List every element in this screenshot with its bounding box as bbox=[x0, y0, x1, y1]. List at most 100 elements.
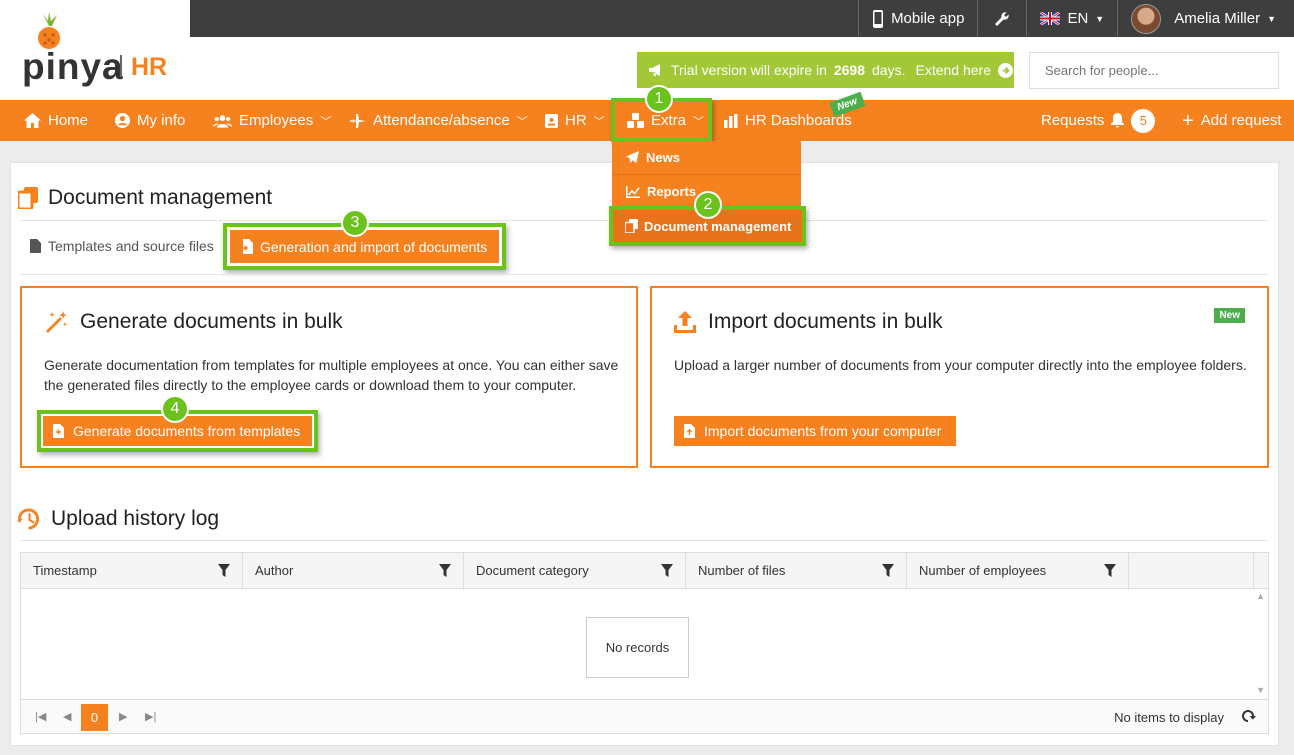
file-upload-icon bbox=[684, 424, 695, 438]
logo-separator bbox=[120, 55, 122, 77]
file-import-icon bbox=[240, 239, 253, 254]
generate-description: Generate documentation from templates fo… bbox=[44, 357, 619, 393]
filter-icon[interactable] bbox=[218, 564, 230, 577]
chevron-down-icon: ﹀ bbox=[593, 115, 605, 128]
tab-templates[interactable]: Templates and source files bbox=[30, 238, 214, 254]
bar-chart-icon bbox=[724, 113, 738, 128]
mobile-phone-icon bbox=[873, 9, 884, 28]
column-label: Author bbox=[255, 563, 294, 578]
column-document-category[interactable]: Document category bbox=[464, 553, 686, 588]
copy-icon bbox=[18, 187, 38, 209]
menu-item-reports-label: Reports bbox=[647, 184, 697, 199]
import-description: Upload a larger number of documents from… bbox=[674, 357, 1247, 373]
user-circle-icon bbox=[115, 113, 130, 128]
history-icon bbox=[18, 508, 40, 530]
trial-suffix: days. bbox=[872, 62, 906, 78]
next-page-icon[interactable]: ▶ bbox=[119, 710, 127, 723]
chevron-down-icon: ﹀ bbox=[516, 115, 528, 128]
column-label: Number of files bbox=[698, 563, 786, 578]
import-from-computer-button[interactable]: Import documents from your computer bbox=[674, 416, 956, 446]
divider bbox=[20, 274, 1268, 275]
bell-icon bbox=[1111, 113, 1125, 128]
mobile-app-label: Mobile app bbox=[891, 10, 965, 27]
generate-title: Generate documents in bulk bbox=[44, 310, 343, 334]
logo-area: pinya HR bbox=[0, 0, 190, 100]
nav-employees-label: Employees bbox=[239, 112, 314, 129]
language-label: EN bbox=[1067, 10, 1089, 27]
last-page-icon[interactable]: ▶| bbox=[145, 710, 156, 723]
nav-add-request[interactable]: + Add request bbox=[1182, 100, 1282, 141]
nav-my-info[interactable]: My info bbox=[115, 100, 185, 141]
upload-history-title-text: Upload history log bbox=[51, 507, 220, 530]
scroll-down-icon[interactable]: ▼ bbox=[1256, 685, 1265, 695]
settings-button[interactable] bbox=[977, 0, 1026, 37]
import-button-label: Import documents from your computer bbox=[704, 423, 942, 439]
first-page-icon[interactable]: |◀ bbox=[35, 710, 46, 723]
chevron-down-icon: ﹀ bbox=[320, 115, 332, 128]
user-menu[interactable]: Amelia Miller ▼ bbox=[1117, 0, 1294, 37]
nav-my-info-label: My info bbox=[137, 112, 186, 129]
no-items-text: No items to display bbox=[1114, 710, 1224, 725]
step-marker-3: 3 bbox=[341, 209, 369, 237]
nav-hr-label: HR bbox=[565, 112, 587, 129]
upload-history-table: Timestamp Author Document category Numbe… bbox=[20, 552, 1269, 734]
filter-icon[interactable] bbox=[439, 564, 451, 577]
step-marker-1: 1 bbox=[645, 85, 673, 113]
copy-icon bbox=[625, 219, 638, 233]
column-label: Document category bbox=[476, 563, 589, 578]
menu-item-news-label: News bbox=[646, 150, 680, 165]
filter-icon[interactable] bbox=[1104, 564, 1116, 577]
column-author[interactable]: Author bbox=[243, 553, 464, 588]
arrow-circle-right-icon bbox=[997, 62, 1013, 78]
column-number-of-files[interactable]: Number of files bbox=[686, 553, 907, 588]
table-pager: |◀ ◀ 0 ▶ ▶| No items to display bbox=[21, 699, 1268, 733]
search-people-input[interactable] bbox=[1029, 52, 1279, 89]
filter-icon[interactable] bbox=[882, 564, 894, 577]
id-badge-icon bbox=[545, 114, 558, 128]
nav-hr[interactable]: HR ﹀ bbox=[545, 100, 605, 141]
nav-requests[interactable]: Requests 5 bbox=[1041, 100, 1156, 141]
megaphone-icon bbox=[649, 64, 660, 76]
step-marker-4: 4 bbox=[161, 395, 189, 423]
step-marker-2: 2 bbox=[694, 191, 722, 219]
scroll-up-icon[interactable]: ▲ bbox=[1256, 591, 1265, 601]
tab-templates-label: Templates and source files bbox=[48, 238, 214, 254]
nav-home[interactable]: Home bbox=[24, 100, 88, 141]
users-icon bbox=[213, 114, 232, 128]
nav-add-request-label: Add request bbox=[1200, 112, 1282, 129]
page-title-text: Document management bbox=[48, 186, 273, 209]
trial-prefix: Trial version will expire in bbox=[671, 62, 827, 78]
filter-icon[interactable] bbox=[661, 564, 673, 577]
requests-count-badge: 5 bbox=[1131, 108, 1156, 133]
avatar bbox=[1131, 3, 1162, 34]
plane-icon bbox=[349, 114, 366, 128]
caret-down-icon: ▼ bbox=[1095, 13, 1105, 24]
nav-attendance[interactable]: Attendance/absence ﹀ bbox=[349, 100, 528, 141]
nav-requests-label: Requests bbox=[1041, 112, 1105, 129]
menu-item-news[interactable]: News bbox=[612, 141, 801, 175]
plus-icon: + bbox=[1182, 109, 1194, 132]
wrench-icon bbox=[995, 11, 1010, 26]
user-name: Amelia Miller bbox=[1174, 10, 1261, 27]
divider bbox=[20, 540, 1268, 541]
previous-page-icon[interactable]: ◀ bbox=[63, 710, 71, 723]
import-title: Import documents in bulk bbox=[674, 310, 943, 334]
extend-link[interactable]: Extend here bbox=[915, 62, 991, 78]
nav-attendance-label: Attendance/absence bbox=[373, 112, 510, 129]
upload-icon bbox=[674, 311, 696, 333]
file-icon bbox=[30, 239, 41, 253]
mobile-app-button[interactable]: Mobile app bbox=[858, 0, 977, 37]
column-actions bbox=[1129, 553, 1254, 588]
nav-employees[interactable]: Employees ﹀ bbox=[213, 100, 331, 141]
menu-item-document-management-label: Document management bbox=[644, 218, 792, 234]
upload-history-title: Upload history log bbox=[18, 507, 219, 531]
column-timestamp[interactable]: Timestamp bbox=[21, 553, 243, 588]
top-bar: Mobile app EN ▼ Amelia Miller ▼ bbox=[190, 0, 1294, 37]
line-chart-icon bbox=[626, 185, 640, 198]
current-page[interactable]: 0 bbox=[81, 704, 108, 731]
trial-banner[interactable]: Trial version will expire in 2698 days. … bbox=[637, 52, 1014, 88]
magic-wand-icon bbox=[46, 311, 68, 333]
refresh-icon[interactable] bbox=[1240, 708, 1256, 724]
language-selector[interactable]: EN ▼ bbox=[1026, 0, 1117, 37]
column-number-of-employees[interactable]: Number of employees bbox=[907, 553, 1129, 588]
